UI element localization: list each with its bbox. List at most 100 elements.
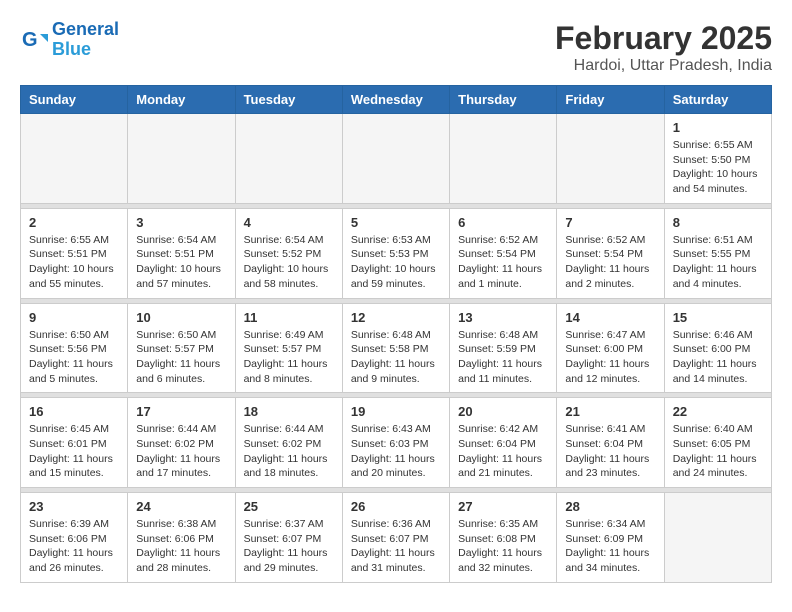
day-cell: 12 Sunrise: 6:48 AM Sunset: 5:58 PM Dayli… [342,303,449,393]
day-info: Sunrise: 6:43 AM Sunset: 6:03 PM Dayligh… [351,422,441,481]
day-number: 11 [244,310,334,325]
day-number: 4 [244,215,334,230]
day-number: 18 [244,404,334,419]
logo-line2: Blue [52,39,91,59]
header-cell-wednesday: Wednesday [342,86,449,114]
day-info: Sunrise: 6:34 AM Sunset: 6:09 PM Dayligh… [565,517,655,576]
day-number: 14 [565,310,655,325]
day-cell: 13Sunrise: 6:48 AM Sunset: 5:59 PM Dayli… [450,303,557,393]
day-number: 25 [244,499,334,514]
logo-line1: General [52,19,119,39]
day-number: 26 [351,499,441,514]
day-info: Sunrise: 6:54 AM Sunset: 5:51 PM Dayligh… [136,233,226,292]
day-number: 19 [351,404,441,419]
day-cell: 1Sunrise: 6:55 AM Sunset: 5:50 PM Daylig… [664,114,771,204]
day-info: Sunrise: 6:48 AM Sunset: 5:59 PM Dayligh… [458,328,548,387]
header-row: SundayMondayTuesdayWednesdayThursdayFrid… [21,86,772,114]
day-info: Sunrise: 6:50 AM Sunset: 5:56 PM Dayligh… [29,328,119,387]
day-cell: 11 Sunrise: 6:49 AM Sunset: 5:57 PM Dayli… [235,303,342,393]
day-number: 9 [29,310,119,325]
logo-icon: G [20,26,48,54]
day-number: 7 [565,215,655,230]
day-cell [21,114,128,204]
day-info: Sunrise: 6:53 AM Sunset: 5:53 PM Dayligh… [351,233,441,292]
subtitle: Hardoi, Uttar Pradesh, India [555,57,772,75]
day-info: Sunrise: 6:37 AM Sunset: 6:07 PM Dayligh… [244,517,334,576]
day-cell: 5Sunrise: 6:53 AM Sunset: 5:53 PM Daylig… [342,208,449,298]
logo: G General Blue [20,20,119,60]
day-info: Sunrise: 6:38 AM Sunset: 6:06 PM Dayligh… [136,517,226,576]
day-info: Sunrise: 6:55 AM Sunset: 5:51 PM Dayligh… [29,233,119,292]
day-number: 20 [458,404,548,419]
week-row-4: 23 Sunrise: 6:39 AM Sunset: 6:06 PM Dayli… [21,493,772,583]
header-cell-saturday: Saturday [664,86,771,114]
day-number: 16 [29,404,119,419]
day-number: 10 [136,310,226,325]
week-row-1: 2 Sunrise: 6:55 AM Sunset: 5:51 PM Daylig… [21,208,772,298]
day-cell: 6 Sunrise: 6:52 AM Sunset: 5:54 PM Daylig… [450,208,557,298]
day-info: Sunrise: 6:54 AM Sunset: 5:52 PM Dayligh… [244,233,334,292]
day-cell [235,114,342,204]
header-cell-sunday: Sunday [21,86,128,114]
day-info: Sunrise: 6:39 AM Sunset: 6:06 PM Dayligh… [29,517,119,576]
day-cell: 17Sunrise: 6:44 AM Sunset: 6:02 PM Dayli… [128,398,235,488]
title-area: February 2025 Hardoi, Uttar Pradesh, Ind… [555,20,772,75]
header-cell-monday: Monday [128,86,235,114]
day-number: 22 [673,404,763,419]
day-info: Sunrise: 6:52 AM Sunset: 5:54 PM Dayligh… [565,233,655,292]
day-number: 24 [136,499,226,514]
day-info: Sunrise: 6:45 AM Sunset: 6:01 PM Dayligh… [29,422,119,481]
week-row-3: 16 Sunrise: 6:45 AM Sunset: 6:01 PM Dayli… [21,398,772,488]
day-number: 23 [29,499,119,514]
day-number: 17 [136,404,226,419]
day-info: Sunrise: 6:47 AM Sunset: 6:00 PM Dayligh… [565,328,655,387]
day-cell [450,114,557,204]
day-cell: 26 Sunrise: 6:36 AM Sunset: 6:07 PM Dayli… [342,493,449,583]
header-cell-thursday: Thursday [450,86,557,114]
day-cell: 25 Sunrise: 6:37 AM Sunset: 6:07 PM Dayli… [235,493,342,583]
header-cell-tuesday: Tuesday [235,86,342,114]
day-cell: 8 Sunrise: 6:51 AM Sunset: 5:55 PM Daylig… [664,208,771,298]
day-number: 1 [673,120,763,135]
day-number: 6 [458,215,548,230]
day-cell [557,114,664,204]
day-info: Sunrise: 6:41 AM Sunset: 6:04 PM Dayligh… [565,422,655,481]
day-number: 3 [136,215,226,230]
day-info: Sunrise: 6:36 AM Sunset: 6:07 PM Dayligh… [351,517,441,576]
day-number: 2 [29,215,119,230]
day-info: Sunrise: 6:50 AM Sunset: 5:57 PM Dayligh… [136,328,226,387]
day-cell: 27 Sunrise: 6:35 AM Sunset: 6:08 PM Dayli… [450,493,557,583]
day-cell: 7 Sunrise: 6:52 AM Sunset: 5:54 PM Daylig… [557,208,664,298]
day-info: Sunrise: 6:44 AM Sunset: 6:02 PM Dayligh… [244,422,334,481]
day-info: Sunrise: 6:35 AM Sunset: 6:08 PM Dayligh… [458,517,548,576]
day-cell: 15Sunrise: 6:46 AM Sunset: 6:00 PM Dayli… [664,303,771,393]
day-cell: 2 Sunrise: 6:55 AM Sunset: 5:51 PM Daylig… [21,208,128,298]
day-number: 21 [565,404,655,419]
calendar: SundayMondayTuesdayWednesdayThursdayFrid… [20,85,772,583]
day-info: Sunrise: 6:46 AM Sunset: 6:00 PM Dayligh… [673,328,763,387]
day-number: 12 [351,310,441,325]
day-cell: 28 Sunrise: 6:34 AM Sunset: 6:09 PM Dayli… [557,493,664,583]
calendar-body: 1Sunrise: 6:55 AM Sunset: 5:50 PM Daylig… [21,114,772,583]
day-number: 27 [458,499,548,514]
day-info: Sunrise: 6:48 AM Sunset: 5:58 PM Dayligh… [351,328,441,387]
day-cell: 9 Sunrise: 6:50 AM Sunset: 5:56 PM Daylig… [21,303,128,393]
day-cell [128,114,235,204]
day-info: Sunrise: 6:49 AM Sunset: 5:57 PM Dayligh… [244,328,334,387]
day-info: Sunrise: 6:51 AM Sunset: 5:55 PM Dayligh… [673,233,763,292]
day-cell: 19 Sunrise: 6:43 AM Sunset: 6:03 PM Dayli… [342,398,449,488]
day-cell [664,493,771,583]
main-title: February 2025 [555,20,772,57]
day-info: Sunrise: 6:40 AM Sunset: 6:05 PM Dayligh… [673,422,763,481]
day-number: 28 [565,499,655,514]
day-cell: 22 Sunrise: 6:40 AM Sunset: 6:05 PM Dayli… [664,398,771,488]
day-cell [342,114,449,204]
week-row-2: 9 Sunrise: 6:50 AM Sunset: 5:56 PM Daylig… [21,303,772,393]
day-cell: 14 Sunrise: 6:47 AM Sunset: 6:00 PM Dayli… [557,303,664,393]
day-number: 8 [673,215,763,230]
day-info: Sunrise: 6:52 AM Sunset: 5:54 PM Dayligh… [458,233,548,292]
header-cell-friday: Friday [557,86,664,114]
day-cell: 24 Sunrise: 6:38 AM Sunset: 6:06 PM Dayli… [128,493,235,583]
week-row-0: 1Sunrise: 6:55 AM Sunset: 5:50 PM Daylig… [21,114,772,204]
day-cell: 23 Sunrise: 6:39 AM Sunset: 6:06 PM Dayli… [21,493,128,583]
